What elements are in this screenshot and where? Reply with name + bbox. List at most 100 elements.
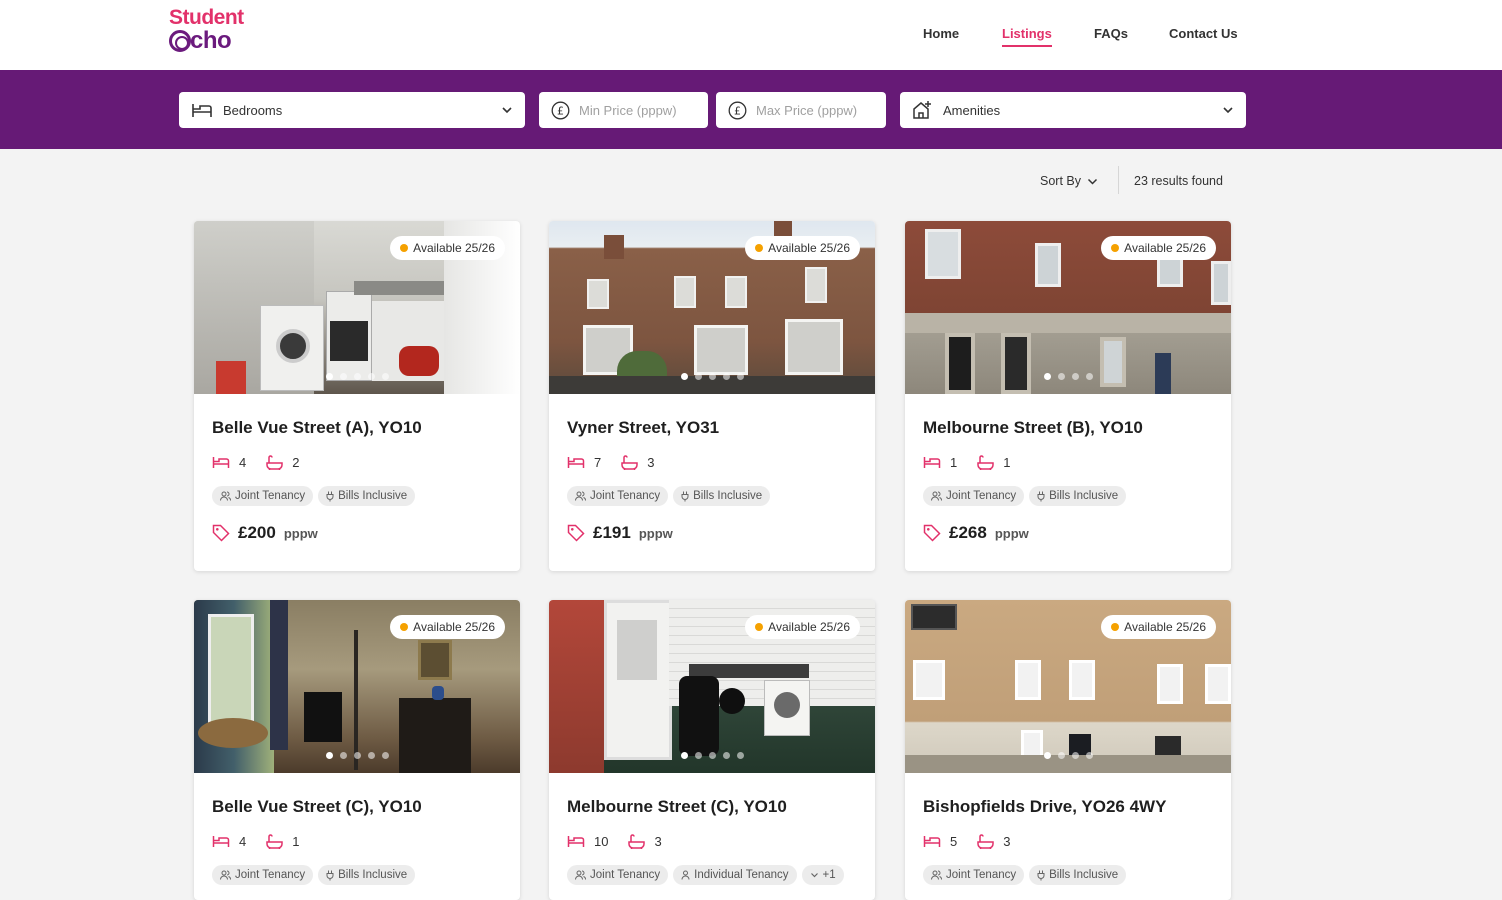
bedroom-count: 7 bbox=[594, 455, 602, 470]
bathroom-count: 3 bbox=[1003, 834, 1011, 849]
bath-icon bbox=[266, 834, 283, 849]
amenities-select[interactable]: Amenities bbox=[900, 92, 1246, 128]
bed-icon bbox=[212, 457, 230, 468]
tag-joint-tenancy: Joint Tenancy bbox=[212, 865, 314, 885]
price-unit: pppw bbox=[638, 525, 673, 541]
listing-photo[interactable]: Available 25/26 bbox=[905, 221, 1231, 394]
sort-by-label: Sort By bbox=[1040, 174, 1081, 188]
bed-icon bbox=[567, 836, 585, 847]
availability-badge: Available 25/26 bbox=[745, 236, 860, 260]
results-count: 23 results found bbox=[1134, 174, 1223, 188]
listing-tags: Joint Tenancy Bills Inclusive bbox=[923, 486, 1231, 506]
listing-price: £191 pppw bbox=[567, 523, 875, 543]
listing-photo[interactable]: Available 25/26 bbox=[194, 600, 520, 773]
plug-icon bbox=[1037, 870, 1045, 880]
max-price-placeholder: Max Price (pppw) bbox=[756, 102, 858, 118]
listing-card[interactable]: Available 25/26 Melbourne Street (B), YO… bbox=[905, 221, 1231, 571]
listing-tags: Joint Tenancy Bills Inclusive bbox=[567, 486, 875, 506]
listing-card[interactable]: Available 25/26 Belle Vue Street (C), YO… bbox=[194, 600, 520, 900]
listing-tags: Joint Tenancy Bills Inclusive bbox=[212, 486, 520, 506]
bathroom-count: 3 bbox=[654, 834, 662, 849]
users-icon bbox=[220, 870, 231, 880]
tag-joint-tenancy: Joint Tenancy bbox=[567, 865, 669, 885]
listing-card[interactable]: Available 25/26 Vyner Street, YO31 7 3 J… bbox=[549, 221, 875, 571]
listing-title[interactable]: Melbourne Street (B), YO10 bbox=[923, 418, 1231, 438]
price-amount: £191 bbox=[593, 523, 631, 542]
bedroom-count: 1 bbox=[950, 455, 958, 470]
bedroom-count: 4 bbox=[239, 834, 247, 849]
bath-icon bbox=[977, 455, 994, 470]
carousel-dots[interactable] bbox=[194, 752, 520, 759]
carousel-dots[interactable] bbox=[549, 752, 875, 759]
tag-bills-inclusive: Bills Inclusive bbox=[318, 865, 416, 885]
listing-tags: Joint Tenancy Bills Inclusive bbox=[923, 865, 1231, 885]
users-icon bbox=[931, 870, 942, 880]
tag-more[interactable]: +1 bbox=[801, 865, 844, 885]
nav-listings[interactable]: Listings bbox=[1002, 26, 1052, 47]
plug-icon bbox=[326, 870, 334, 880]
bathroom-count: 3 bbox=[647, 455, 655, 470]
bedrooms-select[interactable]: Bedrooms bbox=[179, 92, 525, 128]
logo-line1: Student bbox=[169, 6, 244, 29]
listing-title[interactable]: Melbourne Street (C), YO10 bbox=[567, 797, 875, 817]
student-echo-logo[interactable]: Student cho bbox=[169, 7, 253, 57]
listing-title[interactable]: Belle Vue Street (C), YO10 bbox=[212, 797, 520, 817]
status-dot bbox=[400, 244, 409, 252]
filter-bar: Bedrooms £ Min Price (pppw) £ Max Price … bbox=[0, 70, 1502, 149]
tag-bills-inclusive: Bills Inclusive bbox=[1029, 486, 1127, 506]
availability-badge: Available 25/26 bbox=[1101, 236, 1216, 260]
chevron-down-icon bbox=[1223, 107, 1233, 114]
price-tag-icon bbox=[567, 524, 585, 542]
price-tag-icon bbox=[212, 524, 230, 542]
site-header: Student cho Home Listings FAQs Contact U… bbox=[0, 0, 1502, 70]
bathroom-count: 2 bbox=[292, 455, 300, 470]
status-dot bbox=[400, 623, 409, 631]
listing-title[interactable]: Vyner Street, YO31 bbox=[567, 418, 875, 438]
carousel-dots[interactable] bbox=[549, 373, 875, 380]
results-bar: Sort By 23 results found bbox=[0, 166, 1502, 194]
listing-card[interactable]: Available 25/26 Bishopfields Drive, YO26… bbox=[905, 600, 1231, 900]
plug-icon bbox=[1037, 491, 1045, 501]
listing-title[interactable]: Belle Vue Street (A), YO10 bbox=[212, 418, 520, 438]
listing-photo[interactable]: Available 25/26 bbox=[194, 221, 520, 394]
status-dot bbox=[1111, 623, 1120, 631]
nav-faqs[interactable]: FAQs bbox=[1094, 26, 1128, 41]
tag-joint-tenancy: Joint Tenancy bbox=[212, 486, 314, 506]
bath-icon bbox=[266, 455, 283, 470]
max-price-input[interactable]: £ Max Price (pppw) bbox=[716, 92, 886, 128]
chevron-down-icon bbox=[502, 107, 512, 114]
amenities-label: Amenities bbox=[943, 102, 1001, 118]
pound-circle-icon: £ bbox=[551, 101, 570, 119]
price-amount: £200 bbox=[238, 523, 276, 542]
carousel-dots[interactable] bbox=[905, 752, 1231, 759]
tag-bills-inclusive: Bills Inclusive bbox=[1029, 865, 1127, 885]
divider bbox=[1118, 166, 1119, 194]
plug-icon bbox=[326, 491, 334, 501]
tag-individual-tenancy: Individual Tenancy bbox=[673, 865, 797, 885]
nav-contact-us[interactable]: Contact Us bbox=[1169, 26, 1238, 41]
listing-tags: Joint Tenancy Bills Inclusive bbox=[212, 865, 520, 885]
listing-specs: 7 3 bbox=[567, 455, 875, 470]
status-dot bbox=[755, 244, 764, 252]
bed-icon bbox=[212, 836, 230, 847]
nav-home[interactable]: Home bbox=[923, 26, 959, 41]
carousel-dots[interactable] bbox=[194, 373, 520, 380]
carousel-dots[interactable] bbox=[905, 373, 1231, 380]
chevron-down-icon bbox=[810, 873, 818, 878]
min-price-input[interactable]: £ Min Price (pppw) bbox=[539, 92, 708, 128]
home-plus-icon bbox=[913, 101, 931, 119]
plug-icon bbox=[681, 491, 689, 501]
listing-photo[interactable]: Available 25/26 bbox=[549, 221, 875, 394]
listing-card[interactable]: Available 25/26 Belle Vue Street (A), YO… bbox=[194, 221, 520, 571]
listing-photo[interactable]: Available 25/26 bbox=[905, 600, 1231, 773]
price-unit: pppw bbox=[283, 525, 318, 541]
listing-specs: 10 3 bbox=[567, 834, 875, 849]
users-icon bbox=[575, 870, 586, 880]
sort-by-dropdown[interactable]: Sort By bbox=[1040, 174, 1098, 188]
logo-line2: cho bbox=[190, 27, 232, 54]
listing-photo[interactable]: Available 25/26 bbox=[549, 600, 875, 773]
listing-title[interactable]: Bishopfields Drive, YO26 4WY bbox=[923, 797, 1231, 817]
listing-card[interactable]: Available 25/26 Melbourne Street (C), YO… bbox=[549, 600, 875, 900]
bath-icon bbox=[977, 834, 994, 849]
bathroom-count: 1 bbox=[292, 834, 300, 849]
